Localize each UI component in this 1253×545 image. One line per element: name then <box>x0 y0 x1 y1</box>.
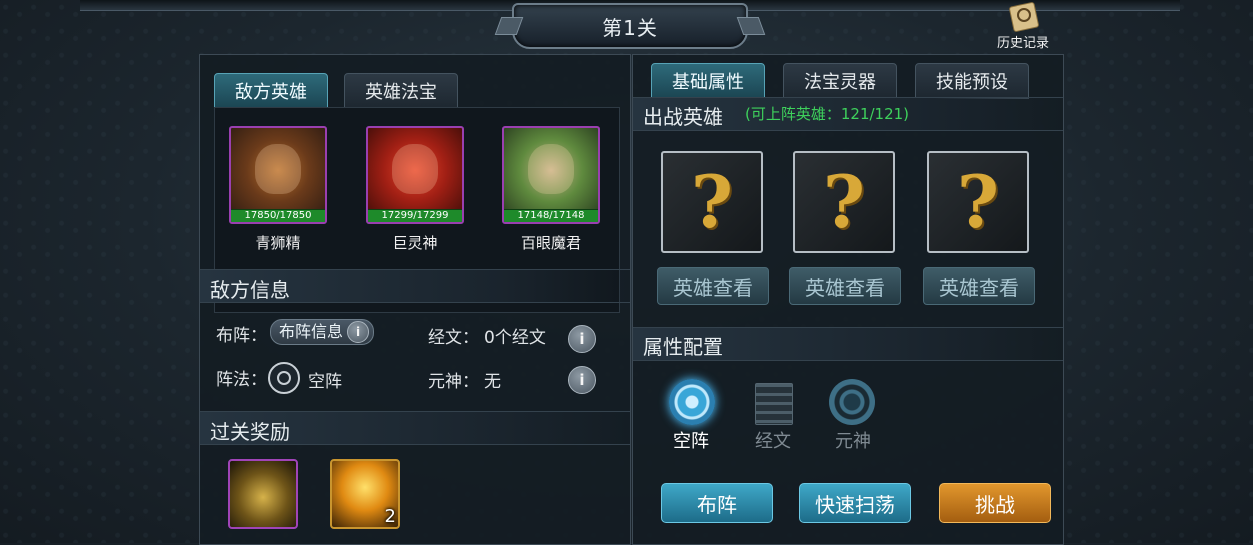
hero-view-button[interactable]: 英雄查看 <box>923 267 1035 305</box>
scripture-info-icon[interactable]: i <box>568 325 596 353</box>
config-label: 经文 <box>755 431 791 452</box>
history-label: 历史记录 <box>996 36 1049 51</box>
tab-skill-presets[interactable]: 技能预设 <box>915 63 1029 99</box>
hero-name: 青狮精 <box>255 234 301 252</box>
formation-label: 布阵： <box>216 326 267 346</box>
hero-portrait: 17850/17850 <box>229 126 327 224</box>
array-label: 阵法： <box>216 370 267 390</box>
scripture-config-icon[interactable] <box>755 383 793 425</box>
available-heroes-note: (可上阵英雄：121/121) <box>745 105 910 123</box>
hero-view-button[interactable]: 英雄查看 <box>789 267 901 305</box>
formation-button[interactable]: 布阵 <box>661 483 773 523</box>
section-title: 出战英雄 <box>643 105 723 129</box>
spirit-info-icon[interactable]: i <box>568 366 596 394</box>
scripture-label: 经文： <box>428 328 479 348</box>
enemy-hero[interactable]: 17299/17299 巨灵神 <box>366 126 464 253</box>
hero-portrait: 17148/17148 <box>502 126 600 224</box>
hero-slot[interactable]: ? <box>927 151 1029 253</box>
question-mark-icon: ? <box>956 159 1000 244</box>
history-button[interactable]: 历史记录 <box>990 1 1056 51</box>
title-wing-left <box>494 17 524 35</box>
golden-orb-icon[interactable]: 2 <box>330 459 400 529</box>
tab-enemy-heroes[interactable]: 敌方英雄 <box>214 73 328 109</box>
hero-portrait: 17299/17299 <box>366 126 464 224</box>
hp-text: 17299/17299 <box>381 210 449 221</box>
gold-coins-icon[interactable] <box>228 459 298 529</box>
enemy-panel: 敌方英雄 英雄法宝 17850/17850 青狮精 17299/17299 巨灵… <box>199 54 631 545</box>
attr-config-header: 属性配置 <box>633 327 1063 361</box>
spirit-label: 元神： <box>428 372 479 392</box>
formation-info-button[interactable]: 布阵信息 i <box>270 319 375 345</box>
spirit-config-icon[interactable] <box>829 379 875 425</box>
scripture-value: 0个经文 <box>484 328 546 348</box>
challenge-button[interactable]: 挑战 <box>939 483 1051 523</box>
spirit-value: 无 <box>484 372 501 392</box>
hero-name: 百眼魔君 <box>520 234 581 252</box>
hp-text: 17850/17850 <box>244 210 312 221</box>
hp-text: 17148/17148 <box>517 210 585 221</box>
hero-slot[interactable]: ? <box>661 151 763 253</box>
array-value: 空阵 <box>308 372 342 392</box>
config-label-active: 空阵 <box>673 431 709 452</box>
level-title: 第1关 <box>602 15 658 40</box>
section-title: 属性配置 <box>643 335 723 359</box>
config-label: 元神 <box>835 431 871 452</box>
empty-array-config-icon[interactable] <box>669 379 715 425</box>
empty-array-icon <box>268 362 300 394</box>
question-mark-icon: ? <box>690 159 734 244</box>
section-title: 敌方信息 <box>210 278 290 302</box>
tab-hero-treasures[interactable]: 英雄法宝 <box>344 73 458 109</box>
tab-basic-attributes[interactable]: 基础属性 <box>651 63 765 99</box>
info-icon: i <box>347 321 370 343</box>
quick-sweep-button[interactable]: 快速扫荡 <box>799 483 911 523</box>
enemy-hero[interactable]: 17850/17850 青狮精 <box>229 126 327 253</box>
scroll-magnifier-icon <box>1008 1 1040 33</box>
enemy-hero[interactable]: 17148/17148 百眼魔君 <box>502 126 600 253</box>
question-mark-icon: ? <box>822 159 866 244</box>
tab-treasure-artifacts[interactable]: 法宝灵器 <box>783 63 897 99</box>
enemy-info-header: 敌方信息 <box>200 269 630 303</box>
hero-view-button[interactable]: 英雄查看 <box>657 267 769 305</box>
level-title-plate: 第1关 <box>494 3 766 49</box>
hero-name: 巨灵神 <box>392 234 438 252</box>
hero-slot[interactable]: ? <box>793 151 895 253</box>
reward-count: 2 <box>384 506 396 527</box>
rewards-header: 过关奖励 <box>200 411 630 445</box>
section-title: 过关奖励 <box>210 420 290 444</box>
battle-panel: 基础属性 法宝灵器 技能预设 出战英雄 (可上阵英雄：121/121) ? ? … <box>632 54 1064 545</box>
